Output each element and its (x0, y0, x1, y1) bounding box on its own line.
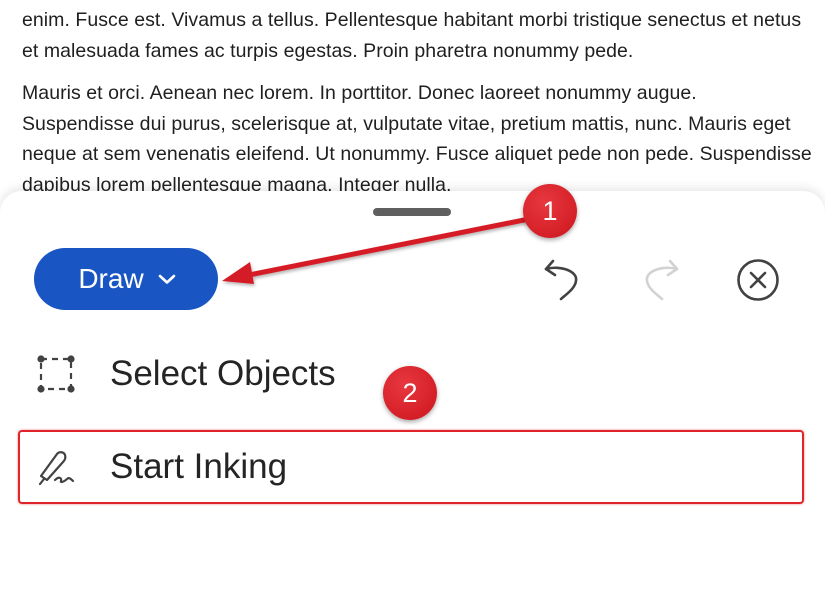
select-objects-icon (34, 352, 78, 396)
close-button[interactable] (734, 256, 782, 304)
close-circle-icon (737, 259, 779, 301)
undo-icon (544, 259, 578, 301)
annotation-badge-number: 1 (542, 195, 558, 226)
menu-item-start-inking[interactable]: Start Inking (18, 430, 804, 504)
document-body: enim. Fusce est. Vivamus a tellus. Pelle… (22, 0, 812, 212)
chevron-down-icon (158, 274, 175, 284)
redo-button[interactable] (636, 256, 684, 304)
redo-icon (645, 259, 679, 301)
document-paragraph: Mauris et orci. Aenean nec lorem. In por… (22, 82, 812, 196)
annotation-badge-number: 2 (402, 377, 418, 408)
undo-button[interactable] (539, 256, 587, 304)
document-paragraph: enim. Fusce est. Vivamus a tellus. Pelle… (22, 9, 802, 62)
sheet-grabber-handle[interactable] (373, 208, 451, 216)
menu-item-label: Select Objects (110, 354, 336, 393)
annotation-badge-2: 2 (383, 366, 437, 420)
draw-mode-label: Draw (78, 263, 144, 294)
draw-mode-dropdown-button[interactable]: Draw (34, 248, 218, 310)
menu-item-label: Start Inking (110, 447, 288, 486)
pen-ink-icon (34, 445, 78, 489)
annotation-badge-1: 1 (523, 184, 577, 238)
